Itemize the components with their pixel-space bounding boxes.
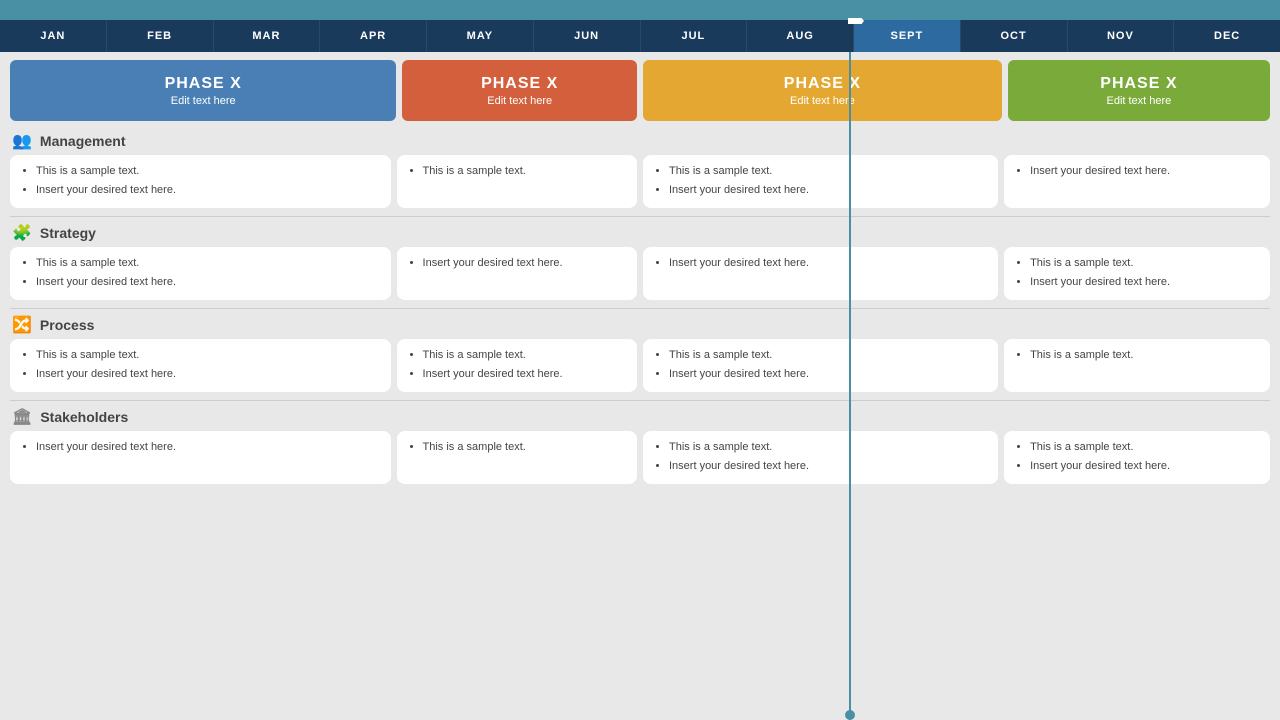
sections-container: 👥 Management This is a sample text.Inser… [0,127,1280,492]
month-cell-aug: AUG [747,20,854,52]
phase-block-3[interactable]: PHASE X Edit text here [643,60,1002,121]
card-item: Insert your desired text here. [669,182,986,199]
section-icon-0: 👥 [12,131,32,151]
card-s1-c1[interactable]: Insert your desired text here. [397,247,637,300]
cards-row-1: This is a sample text. Insert your desire… [10,247,1270,304]
section-header-0: 👥 Management [10,127,1270,155]
card-s2-c3[interactable]: This is a sample text. [1004,339,1270,392]
section-divider-0 [10,216,1270,217]
phase-block-2[interactable]: PHASE X Edit text here [402,60,637,121]
month-cell-jun: JUN [534,20,641,52]
card-s0-c1[interactable]: This is a sample text. [397,155,637,208]
phase-block-4[interactable]: PHASE X Edit text here [1008,60,1270,121]
card-item: This is a sample text. [1030,439,1258,456]
section-strategy: 🧩 Strategy This is a sample text. Insert … [0,219,1280,304]
today-line [849,52,851,720]
month-cell-feb: FEB [107,20,214,52]
card-item: Insert your desired text here. [669,366,986,383]
section-divider-2 [10,400,1270,401]
section-title-2: Process [40,317,94,333]
card-item: Insert your desired text here. [1030,163,1258,180]
card-item: Insert your desired text here. [36,439,379,456]
page-title [0,0,1280,20]
phase-sub-2: Edit text here [487,95,552,107]
card-item: This is a sample text. [669,439,986,456]
cards-row-2: This is a sample text. Insert your desire… [10,339,1270,396]
section-stakeholders: 🏛 Stakeholders Insert your desired text … [0,403,1280,488]
month-header: JANFEBMARAPRMAYJUNJULAUGSEPTOCTNOVDEC [0,20,1280,52]
card-item: This is a sample text. [1030,255,1258,272]
card-s1-c2[interactable]: Insert your desired text here. [643,247,998,300]
card-item: Insert your desired text here. [669,458,986,475]
phase-sub-1: Edit text here [171,95,236,107]
card-s3-c3[interactable]: This is a sample text. Insert your desire… [1004,431,1270,484]
phase-title-4: PHASE X [1100,75,1177,93]
section-header-1: 🧩 Strategy [10,219,1270,247]
month-cell-nov: NOV [1068,20,1175,52]
card-item: Insert your desired text here. [36,366,379,383]
phase-row: PHASE X Edit text here PHASE X Edit text… [0,52,1280,127]
month-cell-oct: OCT [961,20,1068,52]
card-s2-c2[interactable]: This is a sample text. Insert your desire… [643,339,998,392]
month-cell-dec: DEC [1174,20,1280,52]
month-cell-jul: JUL [641,20,748,52]
section-icon-3: 🏛 [12,407,32,427]
card-item: This is a sample text. [669,163,986,180]
card-s2-c0[interactable]: This is a sample text. Insert your desire… [10,339,391,392]
card-item: Insert your desired text here. [36,274,379,291]
card-item: Insert your desired text here. [423,255,625,272]
card-item: This is a sample text. [36,163,379,180]
month-cell-apr: APR [320,20,427,52]
card-item: This is a sample text. [423,347,625,364]
section-header-2: 🔀 Process [10,311,1270,339]
cards-row-3: Insert your desired text here.This is a … [10,431,1270,488]
card-item: This is a sample text. [1030,347,1258,364]
card-item: Insert your desired text here. [1030,458,1258,475]
card-item: This is a sample text. [423,439,625,456]
card-s2-c1[interactable]: This is a sample text. Insert your desire… [397,339,637,392]
card-s1-c0[interactable]: This is a sample text. Insert your desire… [10,247,391,300]
section-title-1: Strategy [40,225,96,241]
card-s3-c0[interactable]: Insert your desired text here. [10,431,391,484]
month-cell-jan: JAN [0,20,107,52]
cards-row-0: This is a sample text. Insert your desire… [10,155,1270,212]
section-process: 🔀 Process This is a sample text. Insert y… [0,311,1280,396]
section-title-0: Management [40,133,126,149]
card-item: This is a sample text. [669,347,986,364]
section-title-3: Stakeholders [40,409,128,425]
card-s1-c3[interactable]: This is a sample text. Insert your desire… [1004,247,1270,300]
content-area: PHASE X Edit text here PHASE X Edit text… [0,52,1280,720]
card-item: Insert your desired text here. [1030,274,1258,291]
month-cell-sept: SEPT [854,20,961,52]
card-item: Insert your desired text here. [36,182,379,199]
section-icon-2: 🔀 [12,315,32,335]
card-s0-c2[interactable]: This is a sample text. Insert your desire… [643,155,998,208]
card-item: This is a sample text. [423,163,625,180]
card-s0-c3[interactable]: Insert your desired text here. [1004,155,1270,208]
phase-sub-3: Edit text here [790,95,855,107]
today-flag [848,18,864,24]
main-container: JANFEBMARAPRMAYJUNJULAUGSEPTOCTNOVDEC PH… [0,0,1280,720]
card-s0-c0[interactable]: This is a sample text. Insert your desire… [10,155,391,208]
card-s3-c1[interactable]: This is a sample text. [397,431,637,484]
month-cell-mar: MAR [214,20,321,52]
section-management: 👥 Management This is a sample text. Inser… [0,127,1280,212]
phase-title-2: PHASE X [481,75,558,93]
phase-title-1: PHASE X [165,75,242,93]
card-s3-c2[interactable]: This is a sample text. Insert your desire… [643,431,998,484]
card-item: This is a sample text. [36,347,379,364]
section-icon-1: 🧩 [12,223,32,243]
phase-block-1[interactable]: PHASE X Edit text here [10,60,396,121]
month-cell-may: MAY [427,20,534,52]
section-divider-1 [10,308,1270,309]
section-header-3: 🏛 Stakeholders [10,403,1270,431]
card-item: Insert your desired text here. [669,255,986,272]
card-item: Insert your desired text here. [423,366,625,383]
card-item: This is a sample text. [36,255,379,272]
today-line-dot [845,710,855,720]
phase-sub-4: Edit text here [1106,95,1171,107]
